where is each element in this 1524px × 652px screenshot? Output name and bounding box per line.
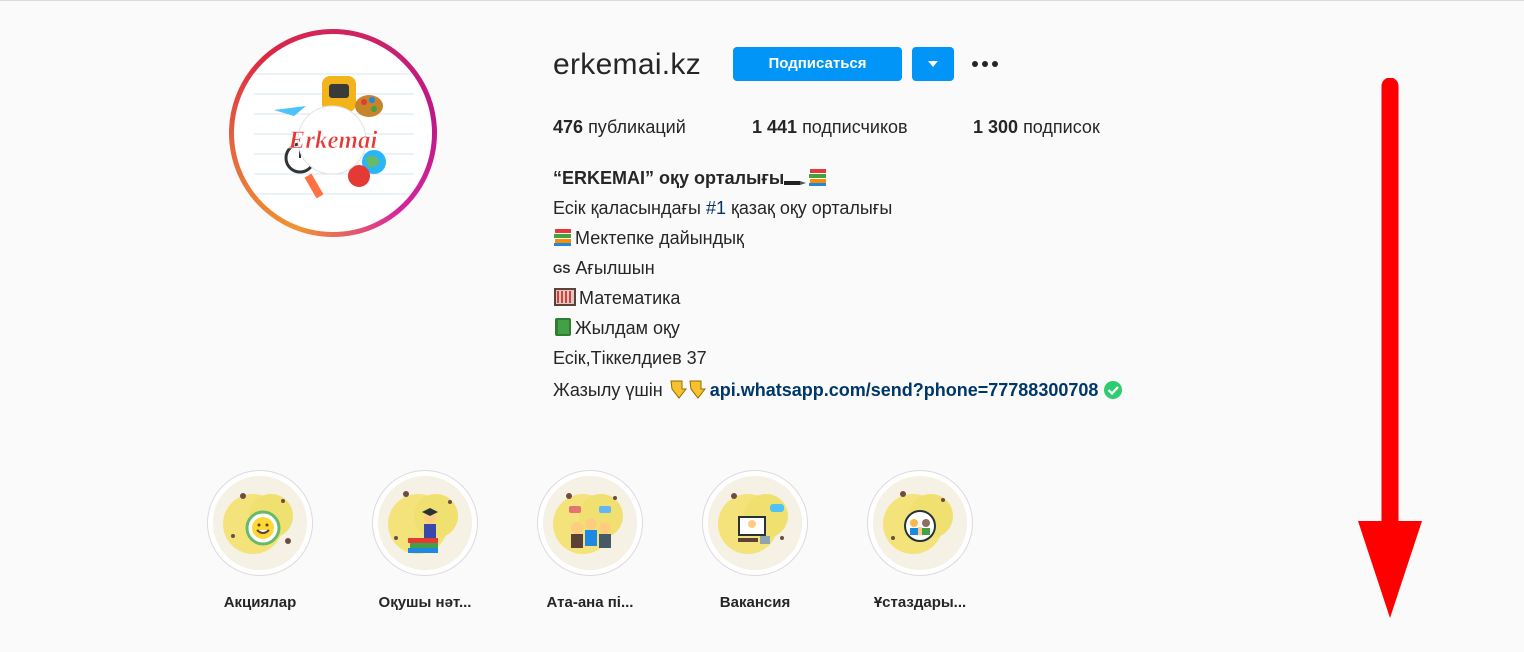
bio-line-1: Есік қаласындағы #1 қазақ оқу орталығы bbox=[553, 197, 892, 219]
pointing-down-hands-icon bbox=[670, 380, 706, 399]
parents-group-icon bbox=[543, 476, 637, 570]
job-interview-icon bbox=[708, 476, 802, 570]
gs-flag-icon: GS bbox=[553, 262, 571, 276]
green-book-icon bbox=[555, 318, 571, 336]
bio-text: Математика bbox=[579, 288, 681, 308]
bio-text: Есік,Тіккелдиев 37 bbox=[553, 348, 707, 368]
check-circle-icon bbox=[1104, 381, 1123, 399]
highlight-cover-ring bbox=[537, 470, 643, 576]
bio-text: Жылдам оқу bbox=[575, 318, 680, 338]
teachers-group-icon bbox=[873, 476, 967, 570]
abacus-icon bbox=[554, 288, 576, 306]
highlight-item[interactable]: Акциялар bbox=[205, 470, 315, 611]
stat-posts-label: публикаций bbox=[588, 117, 686, 137]
highlight-cover bbox=[873, 476, 967, 570]
bio-line-6: Есік,Тіккелдиев 37 bbox=[553, 347, 707, 369]
bio-text: Жазылу үшін bbox=[553, 380, 668, 400]
graduate-books-icon bbox=[378, 476, 472, 570]
more-dot-icon bbox=[972, 61, 978, 67]
highlight-cover bbox=[543, 476, 637, 570]
bio-text: Мектепке дайындық bbox=[575, 228, 744, 248]
highlight-item[interactable]: Ата-ана пі... bbox=[535, 470, 645, 611]
more-dot-icon bbox=[982, 61, 988, 67]
more-options-button[interactable] bbox=[968, 52, 1002, 76]
top-divider bbox=[0, 0, 1524, 1]
pen-icon bbox=[784, 181, 807, 185]
stat-posts-count: 476 bbox=[553, 117, 584, 137]
highlight-item[interactable]: Оқушы нәт... bbox=[370, 470, 480, 611]
stat-following-count: 1 300 bbox=[973, 117, 1019, 137]
avatar-image: Erkemai bbox=[234, 34, 432, 232]
highlight-cover bbox=[378, 476, 472, 570]
bio-line-7: Жазылу үшін api.whatsapp.com/send?phone=… bbox=[553, 377, 1126, 401]
bio-line-4: Математика bbox=[553, 287, 680, 309]
bio-text: Есік қаласындағы bbox=[553, 198, 706, 218]
smiley-chat-icon bbox=[213, 476, 307, 570]
follow-button[interactable]: Подписаться bbox=[733, 47, 902, 81]
bio-title-line: “ERKEMAI” оқу орталығы bbox=[553, 167, 830, 189]
bio-text: қазақ оқу орталығы bbox=[726, 198, 893, 218]
highlight-label: Оқушы нәт... bbox=[378, 594, 472, 611]
avatar-logo-text: Erkemai bbox=[288, 127, 378, 154]
suggested-dropdown-button[interactable] bbox=[912, 47, 954, 81]
books-icon bbox=[554, 229, 571, 246]
highlight-cover bbox=[213, 476, 307, 570]
highlight-label: Акциялар bbox=[223, 594, 297, 611]
highlight-label: Ата-ана пі... bbox=[546, 594, 634, 611]
highlight-item[interactable]: Ұстаздары... bbox=[865, 470, 975, 611]
bio-title: “ERKEMAI” оқу орталығы bbox=[553, 168, 785, 188]
highlight-cover-ring bbox=[867, 470, 973, 576]
highlight-item[interactable]: Вакансия bbox=[700, 470, 810, 611]
profile-avatar[interactable]: Erkemai bbox=[229, 29, 437, 237]
stat-followers[interactable]: 1 441 подписчиков bbox=[752, 116, 908, 138]
highlight-cover-ring bbox=[702, 470, 808, 576]
bio-line-5: Жылдам оқу bbox=[553, 317, 680, 339]
highlight-label: Вакансия bbox=[719, 594, 791, 611]
highlight-cover-ring bbox=[372, 470, 478, 576]
stat-following-label: подписок bbox=[1023, 117, 1100, 137]
books-icon bbox=[809, 169, 827, 186]
bio-line-3: GS Ағылшын bbox=[553, 257, 655, 280]
stat-followers-count: 1 441 bbox=[752, 117, 798, 137]
stat-following[interactable]: 1 300 подписок bbox=[973, 116, 1100, 138]
erkemai-logo-icon: Erkemai bbox=[254, 73, 414, 199]
highlight-label: Ұстаздары... bbox=[873, 594, 967, 611]
bio-text: Ағылшын bbox=[570, 258, 655, 278]
whatsapp-link[interactable]: api.whatsapp.com/send?phone=77788300708 bbox=[710, 380, 1099, 400]
hashtag-link[interactable]: #1 bbox=[706, 198, 726, 218]
highlight-cover bbox=[708, 476, 802, 570]
stat-posts: 476 публикаций bbox=[553, 116, 686, 138]
profile-username: erkemai.kz bbox=[553, 48, 702, 81]
chevron-down-icon bbox=[928, 61, 938, 67]
stat-followers-label: подписчиков bbox=[802, 117, 908, 137]
red-down-arrow-icon bbox=[1358, 78, 1422, 618]
highlight-cover-ring bbox=[207, 470, 313, 576]
bio-line-2: Мектепке дайындық bbox=[553, 227, 744, 249]
more-dot-icon bbox=[992, 61, 998, 67]
